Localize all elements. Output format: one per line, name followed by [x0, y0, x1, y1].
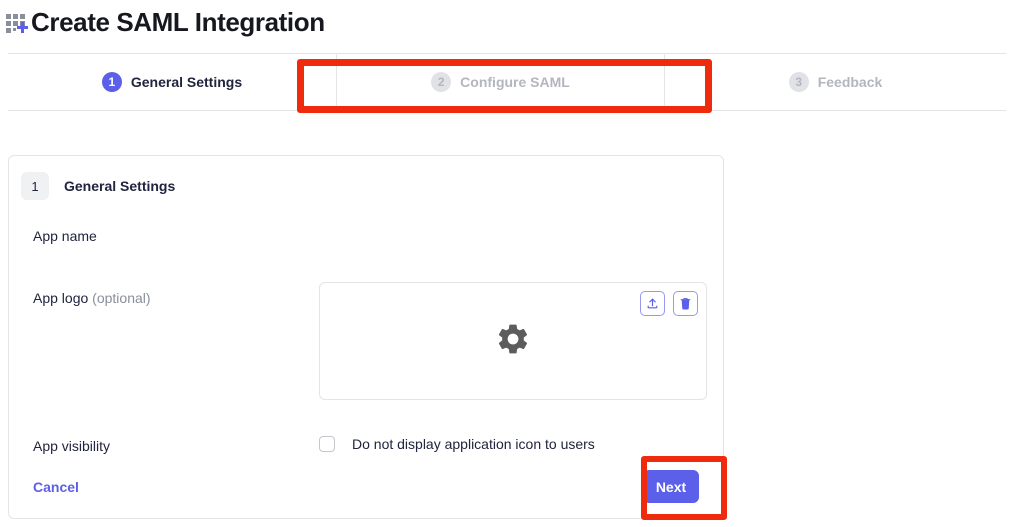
app-logo-actions [640, 291, 698, 316]
card-title: General Settings [64, 178, 176, 194]
form-row-app-name: App name [9, 220, 723, 322]
trash-icon [679, 297, 692, 310]
stepper-tabs: 1 General Settings 2 Configure SAML 3 Fe… [8, 53, 1006, 111]
upload-logo-button[interactable] [640, 291, 665, 316]
tab-label-feedback: Feedback [817, 74, 883, 90]
page-header: Create SAML Integration [0, 0, 1014, 40]
tab-general-settings[interactable]: 1 General Settings [8, 54, 336, 110]
tab-badge-3: 3 [788, 72, 809, 92]
page-title: Create SAML Integration [31, 7, 325, 37]
tab-configure-saml[interactable]: 2 Configure SAML [336, 54, 664, 110]
upload-icon [646, 297, 659, 310]
card-step-badge: 1 [21, 172, 49, 200]
gear-icon [495, 321, 531, 362]
tab-feedback[interactable]: 3 Feedback [664, 54, 1006, 110]
tab-badge-2: 2 [431, 72, 452, 92]
tab-label-configure-saml: Configure SAML [460, 74, 570, 90]
hide-app-icon-checkbox[interactable] [319, 436, 335, 452]
tab-badge-1: 1 [101, 72, 122, 92]
app-name-label: App name [33, 228, 97, 244]
app-logo-label: App logo (optional) [33, 290, 151, 306]
card-footer: Cancel Next [9, 458, 723, 518]
tab-label-general-settings: General Settings [130, 74, 243, 90]
delete-logo-button[interactable] [673, 291, 698, 316]
next-button[interactable]: Next [643, 470, 699, 503]
app-logo-dropzone[interactable] [319, 282, 707, 400]
card-header: 1 General Settings [9, 156, 723, 200]
app-logo-label-text: App logo [33, 290, 89, 306]
app-visibility-checkbox-wrap: Do not display application icon to users [319, 436, 595, 452]
app-grid-plus-icon [4, 8, 34, 38]
hide-app-icon-checkbox-label: Do not display application icon to users [352, 436, 595, 452]
app-visibility-label: App visibility [33, 438, 111, 454]
general-settings-card: 1 General Settings App name App logo (op… [8, 155, 724, 519]
app-logo-optional-text: (optional) [92, 290, 151, 306]
cancel-button[interactable]: Cancel [33, 479, 79, 495]
